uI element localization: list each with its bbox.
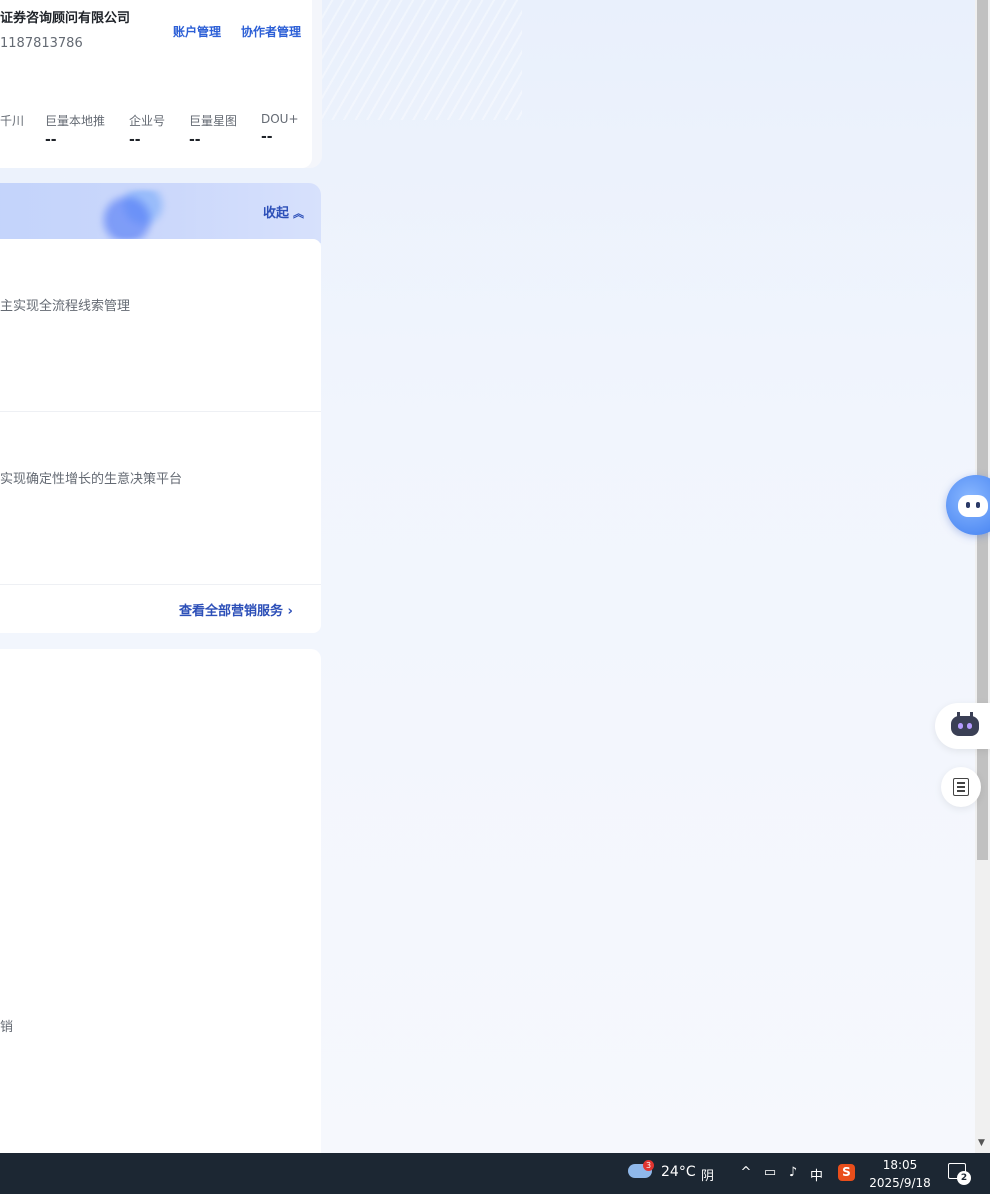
- divider: [0, 411, 321, 412]
- ai-assistant-button[interactable]: [935, 703, 990, 749]
- robot-ear: [970, 712, 973, 717]
- clock-date: 2025/9/18: [869, 1176, 931, 1190]
- platform-value: --: [45, 132, 57, 148]
- platform-value: --: [129, 132, 141, 148]
- robot-face-icon: [958, 495, 988, 517]
- memo-line: [957, 786, 965, 788]
- company-name: 证券咨询顾问有限公司: [0, 11, 131, 26]
- background-pattern: [322, 0, 522, 120]
- memo-icon: [953, 778, 969, 796]
- network-icon[interactable]: ▭: [762, 1165, 778, 1181]
- weather-condition[interactable]: 阴: [701, 1165, 714, 1184]
- divider: [0, 584, 321, 585]
- platform-star-map[interactable]: 巨量星图 --: [189, 112, 237, 147]
- platform-name: 千川: [0, 114, 25, 128]
- temperature[interactable]: 24°C: [661, 1164, 696, 1180]
- robot-eye: [967, 723, 972, 729]
- platform-name: DOU+: [261, 112, 299, 126]
- system-clock[interactable]: 18:05 2025/9/18: [868, 1156, 932, 1192]
- platform-value: --: [189, 132, 201, 148]
- clock-time: 18:05: [882, 1158, 918, 1172]
- platform-enterprise[interactable]: 企业号 --: [129, 112, 165, 147]
- main-page: 证券咨询顾问有限公司 1187813786 账户管理 协作者管理 千川 巨量本地…: [0, 0, 975, 1153]
- robot-ear: [957, 712, 960, 717]
- platform-dou-plus[interactable]: DOU+ --: [261, 112, 299, 144]
- robot-eye: [966, 502, 970, 508]
- robot-eye: [958, 723, 963, 729]
- chevron-up-icon[interactable]: ^: [738, 1165, 754, 1181]
- platform-local-push[interactable]: 巨量本地推 --: [45, 112, 105, 147]
- scroll-down-arrow-icon[interactable]: ▼: [978, 1138, 985, 1148]
- volume-icon[interactable]: ♪: [785, 1165, 801, 1181]
- chevron-right-icon: ›: [283, 604, 293, 619]
- double-chevron-up-icon: ︽: [293, 207, 305, 220]
- service-desc-2: 实现确定性增长的生意决策平台: [0, 472, 183, 487]
- platform-qianchuan[interactable]: 千川: [0, 112, 24, 133]
- platform-name: 巨量本地推: [45, 114, 106, 128]
- ime-indicator[interactable]: 中: [810, 1165, 823, 1184]
- memo-line: [957, 782, 965, 784]
- account-id: 1187813786: [0, 36, 83, 51]
- memo-line: [957, 790, 965, 792]
- collapse-button[interactable]: 收起 ︽: [263, 202, 304, 221]
- account-manage-link[interactable]: 账户管理: [173, 23, 221, 40]
- platform-name: 企业号: [129, 114, 166, 128]
- platform-value: --: [261, 129, 273, 145]
- robot-eye: [976, 502, 980, 508]
- collapse-label: 收起: [263, 206, 290, 221]
- bottom-card-text: 销: [0, 1020, 14, 1035]
- service-desc-1: 主实现全流程线索管理: [0, 299, 131, 314]
- banner-illustration: [95, 190, 175, 240]
- view-all-services-link[interactable]: 查看全部营销服务 ›: [179, 600, 293, 619]
- platform-name: 巨量星图: [189, 114, 238, 128]
- ai-robot-icon: [951, 712, 979, 736]
- windows-taskbar: 3 24°C 阴 ^ ▭ ♪ 中 S 18:05 2025/9/18 2: [0, 1153, 990, 1194]
- view-all-label: 查看全部营销服务: [179, 604, 284, 619]
- sogou-ime-icon[interactable]: S: [838, 1164, 855, 1181]
- collaborator-manage-link[interactable]: 协作者管理: [241, 23, 301, 40]
- notification-count: 2: [957, 1171, 971, 1185]
- feedback-button[interactable]: [941, 767, 981, 807]
- bottom-card: [0, 649, 321, 1153]
- weather-badge: 3: [643, 1160, 654, 1171]
